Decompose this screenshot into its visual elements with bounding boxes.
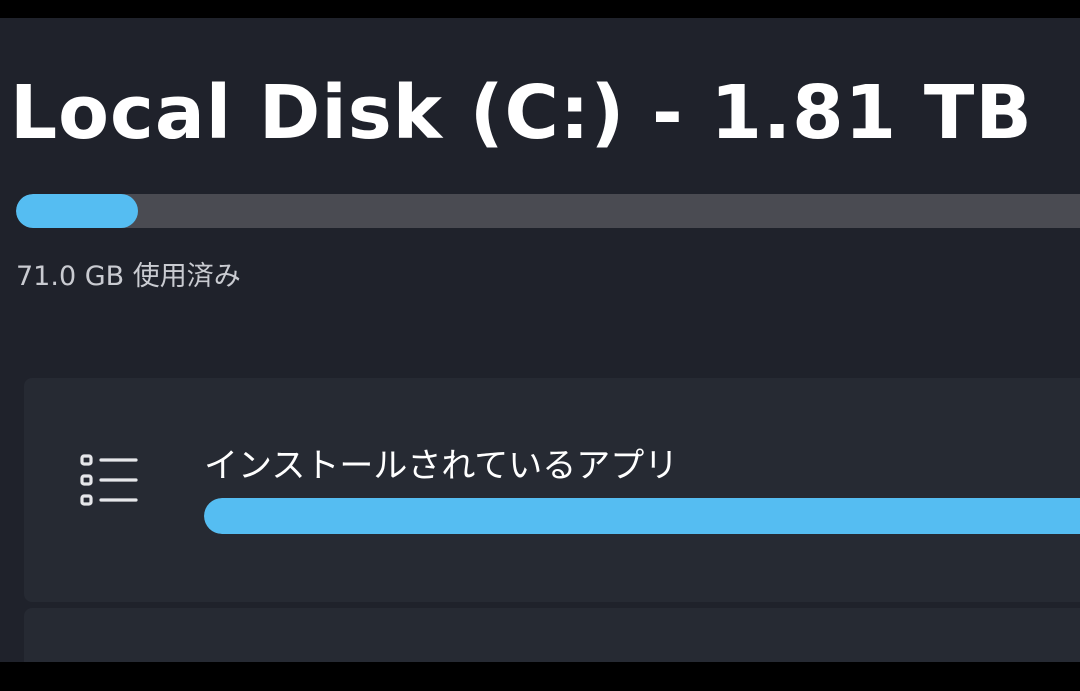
disk-used-text: 71.0 GB 使用済み (16, 261, 241, 292)
list-icon (80, 452, 140, 510)
category-label: インストールされているアプリ (204, 446, 679, 486)
category-usage-bar-fill (204, 498, 1080, 534)
storage-page: Local Disk (C:) - 1.81 TB 71.0 GB 使用済み イ… (0, 18, 1080, 662)
category-item-next[interactable] (24, 608, 1080, 662)
category-item-installed-apps[interactable]: インストールされているアプリ (24, 378, 1080, 602)
disk-usage-bar (16, 194, 1080, 228)
category-usage-bar (204, 498, 1080, 534)
disk-usage-bar-fill (16, 194, 139, 228)
disk-title: Local Disk (C:) - 1.81 TB (10, 70, 1033, 156)
